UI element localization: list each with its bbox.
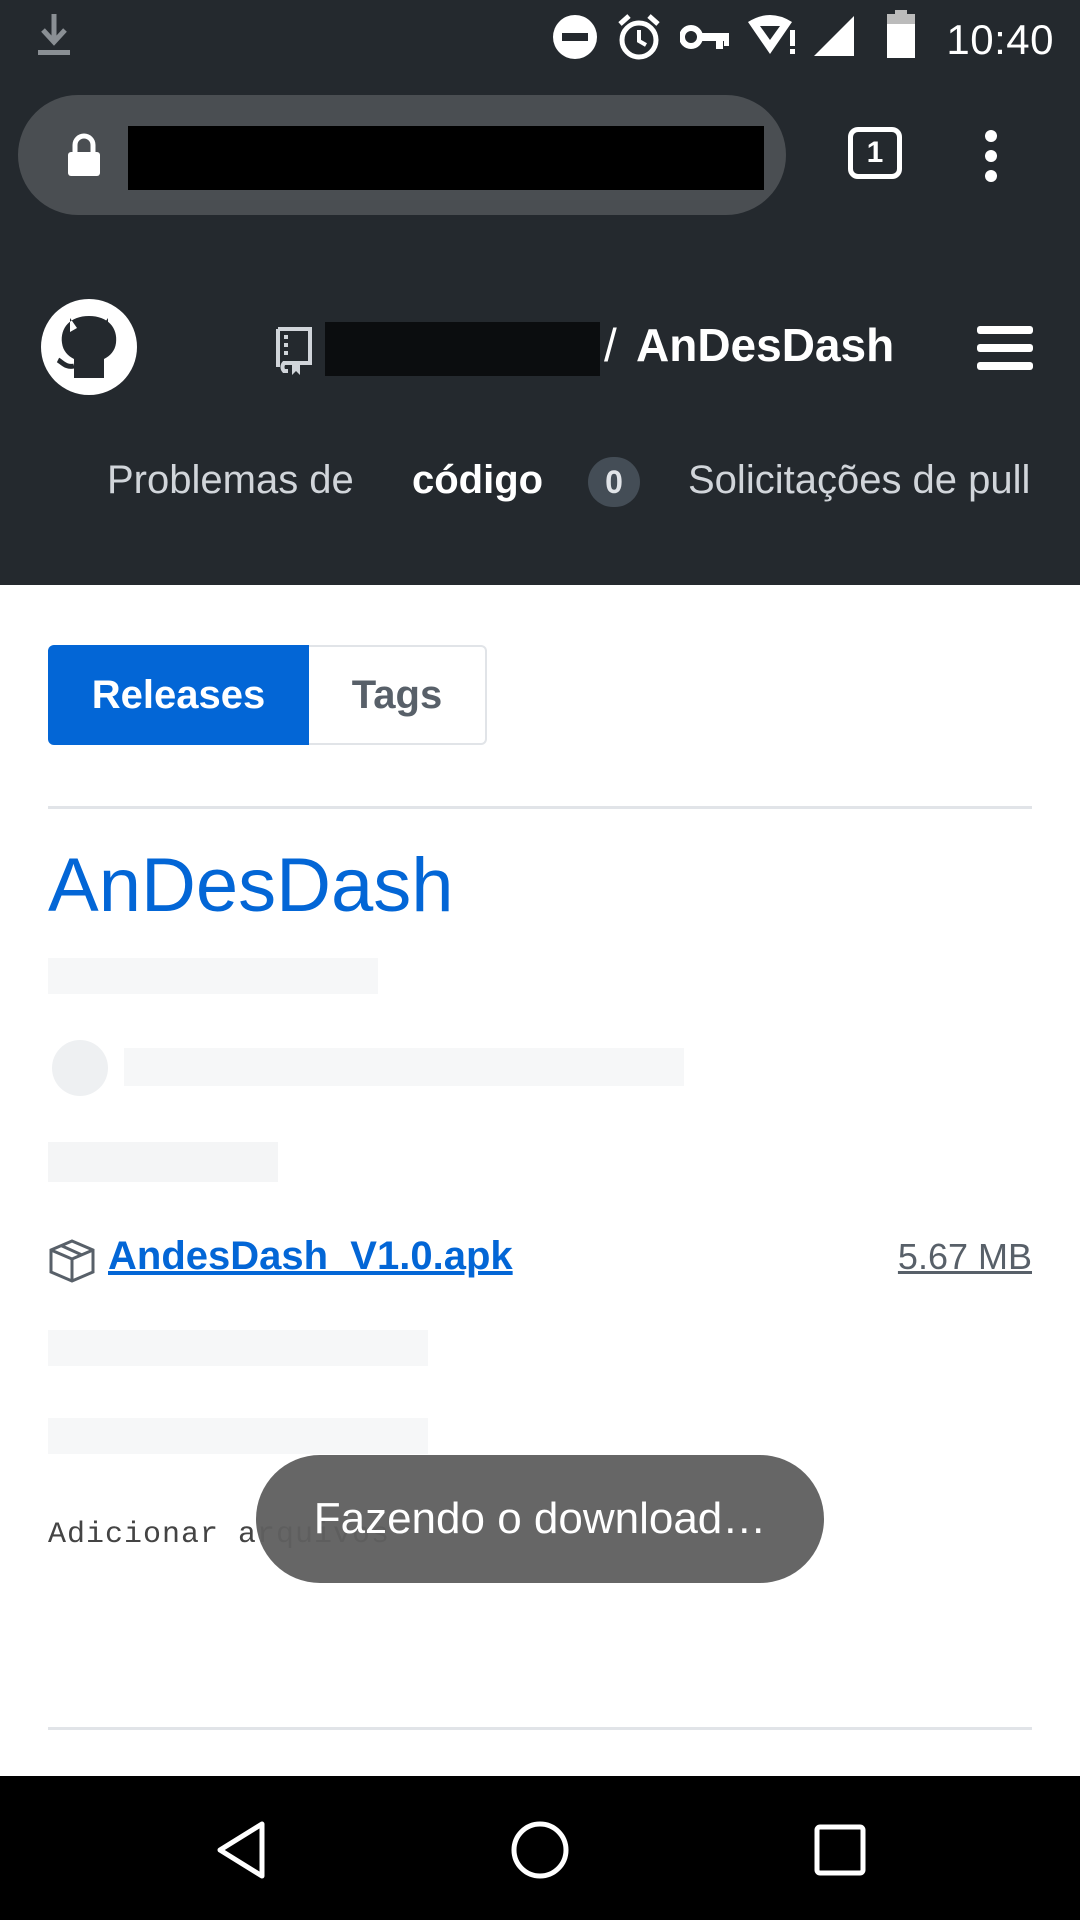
battery-icon	[887, 10, 915, 58]
tab-pull-requests[interactable]: Solicitações de pull	[688, 458, 1030, 503]
alarm-icon	[618, 14, 660, 60]
release-meta-faded	[48, 958, 378, 994]
asset-size: 5.67 MB	[897, 1236, 1032, 1277]
back-icon[interactable]	[214, 1820, 268, 1880]
clock: 10:40	[946, 16, 1054, 63]
overflow-menu-icon[interactable]	[984, 130, 998, 182]
repo-name-link[interactable]: AnDesDash	[636, 318, 894, 372]
divider	[48, 1727, 1032, 1730]
tab-switcher-button[interactable]: 1	[848, 127, 902, 179]
recent-apps-icon[interactable]	[814, 1824, 866, 1876]
tags-tab[interactable]: Tags	[309, 645, 487, 745]
wifi-icon	[748, 15, 795, 54]
signal-icon	[814, 16, 854, 56]
release-title-link[interactable]: AnDesDash	[48, 842, 454, 929]
url-redacted[interactable]	[128, 126, 764, 190]
hamburger-menu-icon[interactable]	[977, 326, 1033, 370]
issue-count-badge: 0	[588, 457, 640, 507]
do-not-disturb-icon	[553, 15, 597, 59]
browser-toolbar: 1	[0, 75, 1080, 240]
repo-owner-redacted[interactable]	[325, 322, 600, 376]
source-tar-faded	[48, 1418, 428, 1454]
release-author-faded	[124, 1048, 684, 1086]
lock-icon	[68, 133, 100, 176]
download-icon	[38, 14, 70, 55]
asset-download-link[interactable]: AndesDash_V1.0.apk	[108, 1234, 513, 1279]
home-icon[interactable]	[510, 1820, 570, 1880]
path-separator: /	[604, 319, 617, 371]
vpn-key-icon	[680, 25, 729, 49]
navigation-bar	[0, 1776, 1080, 1920]
status-bar: 10:40	[0, 0, 1080, 75]
repo-subnav: Problemas de código 0 Solicitações de pu…	[0, 457, 1080, 528]
download-toast: Fazendo o download…	[256, 1455, 824, 1583]
avatar	[52, 1040, 108, 1096]
address-bar[interactable]	[18, 95, 786, 215]
github-header: / AnDesDash Problemas de código 0 Solici…	[0, 240, 1080, 585]
tab-code[interactable]: código	[412, 458, 543, 503]
tab-issues[interactable]: Problemas de	[107, 458, 354, 503]
divider	[48, 806, 1032, 809]
package-icon	[49, 1239, 95, 1283]
source-zip-faded	[48, 1330, 428, 1366]
assets-heading-faded	[48, 1142, 278, 1182]
releases-tab[interactable]: Releases	[48, 645, 309, 745]
repo-icon	[276, 327, 312, 375]
github-logo-icon[interactable]	[40, 298, 138, 396]
